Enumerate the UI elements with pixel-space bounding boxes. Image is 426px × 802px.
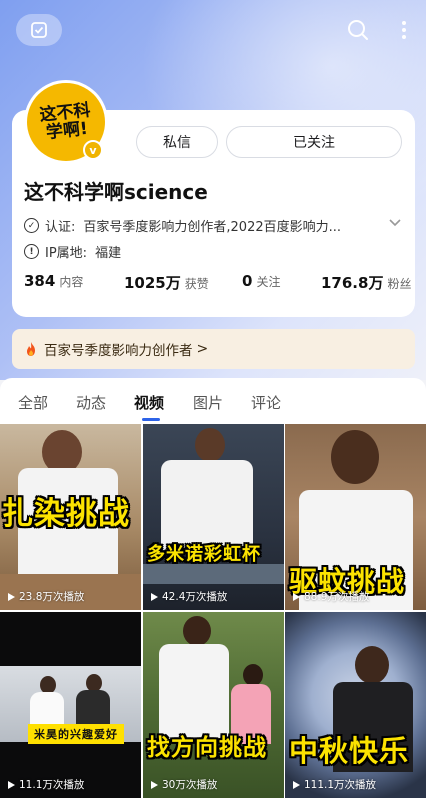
stat-unit: 内容: [59, 275, 84, 289]
tab-dynamic[interactable]: 动态: [76, 392, 106, 413]
creator-banner[interactable]: 百家号季度影响力创作者 >: [12, 329, 415, 369]
stats-row: 384 内容 1025万 获赞 0 关注 176.8万 粉丝: [24, 272, 411, 294]
play-count-text: 111.1万次播放: [304, 779, 377, 791]
play-icon: [293, 780, 300, 789]
person-figure: [355, 646, 389, 684]
stat-number: 384: [24, 272, 56, 290]
check-circle-icon: ✓: [24, 218, 39, 233]
stat-fans[interactable]: 176.8万 粉丝: [321, 272, 411, 293]
play-icon: [151, 592, 158, 601]
following-button[interactable]: 已关注: [226, 126, 402, 158]
video-tile[interactable]: 多米诺彩虹杯 42.4万次播放: [143, 424, 284, 610]
play-count: 23.8万次播放: [8, 589, 84, 604]
play-count: 30万次播放: [151, 777, 217, 792]
search-icon[interactable]: [346, 18, 370, 42]
table-surface: [143, 564, 284, 584]
video-tile[interactable]: 驱蚊挑战 88.9万次播放: [285, 424, 426, 610]
content-tabs: 全部 动态 视频 图片 评论: [0, 378, 426, 424]
stat-following[interactable]: 0 关注: [242, 272, 280, 290]
ip-location-value: 福建: [95, 246, 122, 261]
video-caption: 米昊的兴趣爱好: [28, 724, 124, 744]
more-vertical-icon[interactable]: [396, 18, 412, 42]
certification-label: 认证:: [45, 220, 76, 235]
certification-value: 百家号季度影响力创作者,2022百度影响力...: [83, 220, 342, 235]
tab-comments[interactable]: 评论: [251, 392, 281, 413]
video-caption: 找方向挑战: [147, 735, 267, 761]
video-tile[interactable]: 米昊的兴趣爱好 11.1万次播放: [0, 612, 141, 798]
person-figure: [195, 428, 225, 462]
stat-likes[interactable]: 1025万 获赞: [124, 272, 209, 293]
ip-location-row: ! IP属地: 福建: [24, 242, 121, 261]
video-grid: 扎染挑战 23.8万次播放 多米诺彩虹杯 42.4万次播放 驱蚊挑战 88.9万…: [0, 424, 426, 802]
message-button[interactable]: 私信: [136, 126, 218, 158]
checklist-button[interactable]: [16, 14, 62, 46]
video-tile[interactable]: 中秋快乐 111.1万次播放: [285, 612, 426, 798]
fire-icon: [27, 342, 35, 356]
play-icon: [8, 780, 15, 789]
certification-row[interactable]: ✓ 认证: 百家号季度影响力创作者,2022百度影响力...: [24, 216, 341, 235]
verified-badge-icon: v: [83, 140, 103, 160]
play-count: 88.9万次播放: [293, 589, 369, 604]
ip-location-label: IP属地:: [45, 246, 88, 261]
person-figure: [183, 616, 211, 646]
stat-number: 1025万: [124, 274, 181, 292]
stat-unit: 粉丝: [387, 277, 412, 291]
tab-video[interactable]: 视频: [134, 392, 164, 413]
checklist-icon: [31, 22, 47, 38]
profile-name: 这不科学啊science: [24, 180, 208, 204]
tab-all[interactable]: 全部: [18, 392, 48, 413]
stat-unit: 获赞: [184, 277, 209, 291]
play-count-text: 11.1万次播放: [19, 779, 85, 791]
play-icon: [8, 592, 15, 601]
active-tab-indicator: [142, 418, 160, 421]
play-icon: [151, 780, 158, 789]
video-caption: 中秋快乐: [289, 734, 410, 768]
stat-number: 176.8万: [321, 274, 384, 292]
avatar-logo-text: 这不科学啊!: [38, 100, 92, 144]
play-count: 11.1万次播放: [8, 777, 84, 792]
info-circle-icon: !: [24, 244, 39, 259]
top-bar: [0, 0, 426, 64]
person-figure: [243, 664, 263, 686]
chevron-down-icon[interactable]: [388, 218, 402, 228]
chevron-right-icon: >: [196, 341, 209, 357]
play-count: 111.1万次播放: [293, 777, 376, 792]
person-figure: [159, 644, 229, 740]
stat-unit: 关注: [256, 275, 281, 289]
video-caption: 多米诺彩虹杯: [147, 544, 261, 565]
play-count-text: 30万次播放: [162, 779, 218, 791]
video-tile[interactable]: 扎染挑战 23.8万次播放: [0, 424, 141, 610]
play-count-text: 42.4万次播放: [162, 591, 228, 603]
play-icon: [293, 592, 300, 601]
video-tile[interactable]: 找方向挑战 30万次播放: [143, 612, 284, 798]
video-caption: 扎染挑战: [2, 496, 130, 532]
creator-banner-text: 百家号季度影响力创作者: [44, 343, 193, 359]
stat-number: 0: [242, 272, 253, 290]
person-figure: [161, 460, 253, 550]
play-count-text: 23.8万次播放: [19, 591, 85, 603]
person-figure: [331, 430, 379, 484]
play-count-text: 88.9万次播放: [304, 591, 370, 603]
stat-content[interactable]: 384 内容: [24, 272, 83, 290]
tab-images[interactable]: 图片: [193, 392, 223, 413]
play-count: 42.4万次播放: [151, 589, 227, 604]
